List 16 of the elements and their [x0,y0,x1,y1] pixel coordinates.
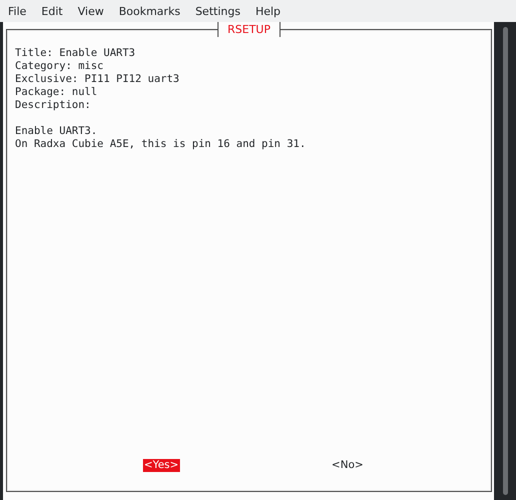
field-line: Description: [15,99,92,112]
description-line: Enable UART3. [15,125,98,138]
dialog-title: RSETUP [218,22,280,37]
field-line: Exclusive: PI11 PI12 uart3 [15,73,180,86]
dialog-button[interactable]: <No> [330,459,364,472]
field-line: Title: Enable UART3 [15,47,136,60]
menu-item[interactable]: Help [249,2,287,20]
menu-item[interactable]: Edit [35,2,69,20]
menu-item[interactable]: Bookmarks [112,2,186,20]
description-line: On Radxa Cubie A5E, this is pin 16 and pin 31. [15,138,307,151]
menu-item[interactable]: Settings [189,2,246,20]
field-line: Category: misc [15,60,105,73]
dialog-button[interactable]: <Yes> [143,459,180,472]
menu-item[interactable]: File [2,2,32,20]
field-line: Package: null [15,86,98,99]
menu-item[interactable]: View [72,2,110,20]
